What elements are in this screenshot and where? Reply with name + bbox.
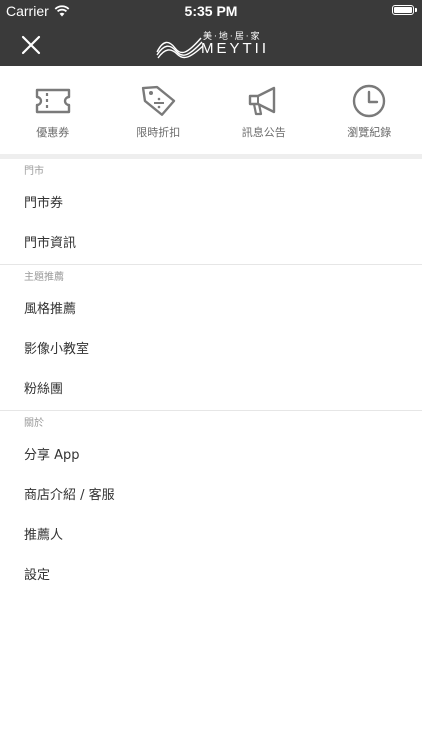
- menu-item-referrer[interactable]: 推薦人: [0, 516, 422, 556]
- quick-coupon[interactable]: 優惠券: [0, 66, 106, 154]
- quick-actions: 優惠券 限時折扣 訊息公告 瀏覽紀錄: [0, 66, 422, 159]
- quick-discount-label: 限時折扣: [136, 126, 181, 139]
- ticket-icon: [35, 88, 70, 114]
- close-button[interactable]: [18, 32, 44, 58]
- quick-history[interactable]: 瀏覽紀錄: [317, 66, 422, 154]
- menu-item-store-coupon[interactable]: 門市券: [0, 184, 422, 224]
- menu-item-style[interactable]: 風格推薦: [0, 290, 422, 330]
- nav-bar: 美·地·居·家 MEYTII: [0, 22, 422, 66]
- menu-item-share-app[interactable]: 分享 App: [0, 436, 422, 476]
- meytii-logo: 美·地·居·家 MEYTII: [155, 28, 267, 62]
- quick-discount[interactable]: 限時折扣: [106, 66, 212, 154]
- quick-coupon-label: 優惠券: [36, 126, 70, 139]
- section-title: 關於: [24, 418, 44, 429]
- section-store: 門市 門市券 門市資訊: [0, 159, 422, 265]
- section-about: 關於 分享 App 商店介紹 / 客服 推薦人 設定: [0, 411, 422, 596]
- section-title: 主題推薦: [24, 272, 64, 283]
- menu-item-video-class[interactable]: 影像小教室: [0, 330, 422, 370]
- price-tag-icon: [142, 85, 176, 116]
- logo-english-text: MEYTII: [201, 40, 270, 57]
- battery-icon: [392, 5, 417, 15]
- menu-item-store-info[interactable]: 門市資訊: [0, 224, 422, 264]
- clock-icon: [353, 84, 386, 118]
- menu-item-settings[interactable]: 設定: [0, 556, 422, 596]
- megaphone-icon: [248, 86, 275, 116]
- section-title: 門市: [24, 166, 44, 177]
- menu-item-fan-page[interactable]: 粉絲團: [0, 370, 422, 410]
- close-icon: [21, 35, 41, 55]
- status-time: 5:35 PM: [184, 3, 238, 19]
- status-bar: Carrier 5:35 PM: [0, 0, 422, 22]
- menu-item-shop-intro[interactable]: 商店介紹 / 客服: [0, 476, 422, 516]
- quick-announcement-label: 訊息公告: [241, 126, 286, 139]
- quick-history-label: 瀏覽紀錄: [347, 126, 392, 139]
- section-recommend: 主題推薦 風格推薦 影像小教室 粉絲團: [0, 265, 422, 411]
- wave-logo-icon: [156, 37, 204, 59]
- quick-announcement[interactable]: 訊息公告: [211, 66, 317, 154]
